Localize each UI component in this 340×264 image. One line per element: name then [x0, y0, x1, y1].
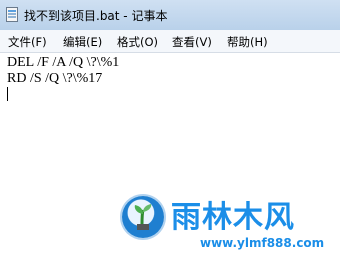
editor-line: RD /S /Q \?\%17 [7, 71, 103, 86]
watermark-url: www.ylmf888.com [200, 236, 325, 250]
menu-edit[interactable]: 编辑(E) [63, 34, 102, 50]
watermark-logo-icon [122, 196, 164, 238]
watermark-brand: 雨林木风 [171, 200, 295, 235]
notepad-window: 找不到该项目.bat - 记事本 文件(F) 编辑(E) 格式(O) 查看(V)… [0, 0, 340, 264]
notepad-icon [6, 7, 18, 22]
menu-format[interactable]: 格式(O) [117, 34, 158, 50]
menu-view[interactable]: 查看(V) [172, 34, 212, 50]
title-bar[interactable]: 找不到该项目.bat - 记事本 [0, 0, 340, 31]
menu-help[interactable]: 帮助(H) [227, 34, 268, 50]
menu-file[interactable]: 文件(F) [8, 34, 47, 50]
menu-bar: 文件(F) 编辑(E) 格式(O) 查看(V) 帮助(H) [0, 30, 340, 53]
text-caret [7, 87, 8, 101]
editor-line: DEL /F /A /Q \?\%1 [7, 55, 120, 70]
window-title: 找不到该项目.bat - 记事本 [24, 9, 168, 23]
